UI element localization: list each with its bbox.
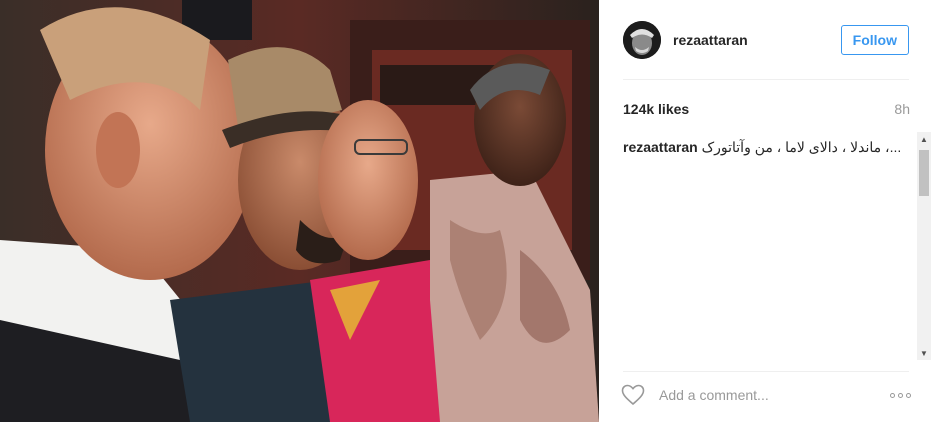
scroll-thumb[interactable] <box>919 150 929 196</box>
more-options-icon[interactable] <box>890 392 913 398</box>
more-dot <box>890 392 895 398</box>
comments-scrollbar[interactable]: ▲ ▼ <box>917 132 931 360</box>
username[interactable]: rezaattaran <box>673 32 748 48</box>
more-dot <box>898 392 903 398</box>
likes-count[interactable]: 124k likes <box>623 101 689 117</box>
comment-row <box>621 383 913 407</box>
caption-username[interactable]: rezaattaran <box>623 139 698 155</box>
caption: rezaattaran ...، ماندلا ، دالای لاما ، م… <box>623 132 913 156</box>
caption-text: ...، ماندلا ، دالای لاما ، من وآتاتورک <box>701 139 902 155</box>
follow-button[interactable]: Follow <box>840 25 909 55</box>
post-photo[interactable] <box>0 0 599 422</box>
avatar-image <box>623 21 661 59</box>
heart-icon[interactable] <box>621 384 645 406</box>
comment-divider <box>623 371 909 372</box>
more-dot <box>906 392 911 398</box>
post-photo-illustration <box>0 0 599 422</box>
post-time[interactable]: 8h <box>894 101 910 117</box>
scroll-up-arrow-icon[interactable]: ▲ <box>917 132 931 146</box>
avatar[interactable] <box>623 21 661 59</box>
comments-list[interactable]: rezaattaran ...، ماندلا ، دالای لاما ، م… <box>623 132 913 360</box>
post-header: rezaattaran Follow <box>623 20 909 60</box>
post-details-panel: rezaattaran Follow 124k likes 8h rezaatt… <box>599 0 933 422</box>
comment-input[interactable] <box>657 386 871 404</box>
header-divider <box>623 79 909 80</box>
scroll-down-arrow-icon[interactable]: ▼ <box>917 346 931 360</box>
